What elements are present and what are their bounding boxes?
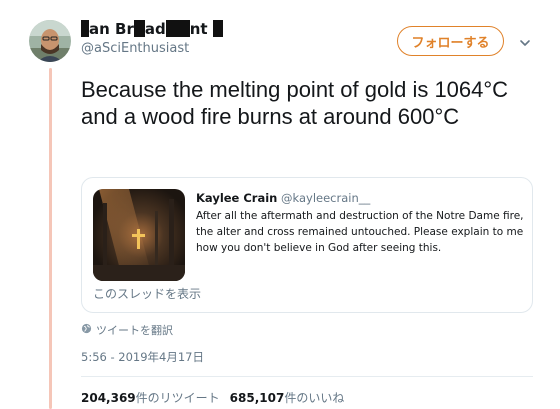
translate-label: ツイートを翻訳 [96,324,173,337]
tweet-stats: 204,369件のリツイート 685,107件のいいね [81,389,344,406]
quoted-author-name: Kaylee Crain [196,191,278,205]
tweet-text: Because the melting point of gold is 106… [81,77,509,129]
translate-link[interactable]: ツイートを翻訳 [81,322,173,338]
like-stat[interactable]: 685,107件のいいね [230,391,345,405]
redaction-bar [133,20,145,37]
retweet-stat[interactable]: 204,369件のリツイート [81,391,220,405]
follow-button[interactable]: フォローする [397,26,504,56]
redaction-bar [212,20,223,37]
author-name-part: ad [144,20,166,38]
redaction-bar [165,20,190,37]
globe-icon [81,323,92,337]
like-count: 685,107 [229,391,285,405]
cross-image [93,189,185,281]
author-handle[interactable]: @aSciEnthusiast [81,41,189,56]
author-name[interactable]: an Br ad nt [81,20,223,38]
tweet-timestamp[interactable]: 5:56 - 2019年4月17日 [81,349,204,365]
quoted-author: Kaylee Crain @kayleecrain__ [196,191,370,205]
chevron-down-icon[interactable] [519,34,531,46]
like-label: 件のいいね [284,391,345,405]
avatar[interactable] [29,20,71,62]
show-thread-link[interactable]: このスレッドを表示 [93,285,201,302]
author-name-part: nt [189,20,208,38]
divider [81,376,533,377]
retweet-count: 204,369 [81,391,136,405]
quoted-tweet-text: After all the aftermath and destruction … [196,210,524,254]
author-name-part: an Br [89,20,134,38]
retweet-label: 件のリツイート [135,391,220,405]
quoted-author-handle: @kayleecrain__ [281,191,371,205]
redaction-bar [81,20,89,37]
quoted-tweet-card[interactable]: Kaylee Crain @kayleecrain__ After all th… [81,177,533,313]
thread-line [49,68,52,409]
